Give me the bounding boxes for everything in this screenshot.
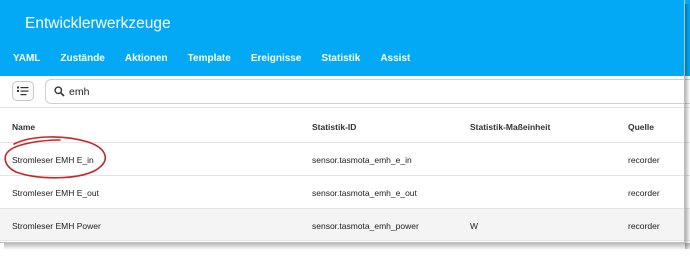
row-statistic-id: sensor.tasmota_emh_e_out (312, 188, 417, 198)
row-statistic-id: sensor.tasmota_emh_power (312, 221, 419, 231)
tab-zustaende[interactable]: Zustände (60, 46, 104, 74)
tab-aktionen[interactable]: Aktionen (125, 46, 168, 74)
column-header-source[interactable]: Quelle (628, 122, 654, 132)
drop-shadow-bottom (4, 243, 690, 250)
search-input[interactable] (69, 84, 369, 100)
tab-template[interactable]: Template (188, 46, 231, 74)
drop-shadow-right (685, 4, 690, 249)
filter-toolbar (0, 76, 690, 108)
row-name: Stromleser EMH E_out (12, 188, 99, 198)
table-row[interactable]: Stromleser EMH E_out sensor.tasmota_emh_… (0, 176, 690, 209)
table-row[interactable]: Stromleser EMH E_in sensor.tasmota_emh_e… (0, 143, 690, 176)
row-statistic-id: sensor.tasmota_emh_e_in (312, 155, 412, 165)
tab-statistik[interactable]: Statistik (321, 46, 360, 74)
search-box (45, 79, 690, 104)
column-header-statistic-id[interactable]: Statistik-ID (312, 122, 356, 132)
row-unit: W (470, 221, 479, 231)
column-header-name[interactable]: Name (12, 122, 35, 132)
tab-assist[interactable]: Assist (380, 46, 410, 74)
column-header-unit[interactable]: Statistik-Maßeinheit (470, 122, 550, 132)
page-title: Entwicklerwerkzeuge (25, 15, 171, 32)
row-source: recorder (628, 221, 660, 231)
screenshot-frame: Entwicklerwerkzeuge YAML Zustände Aktion… (0, 0, 690, 260)
page-margin (0, 250, 690, 260)
row-source: recorder (628, 155, 660, 165)
table-row[interactable]: Stromleser EMH Power sensor.tasmota_emh_… (0, 209, 690, 241)
magnify-icon (54, 86, 65, 97)
app-header: Entwicklerwerkzeuge YAML Zustände Aktion… (0, 0, 690, 76)
row-name: Stromleser EMH E_in (12, 155, 94, 165)
row-name: Stromleser EMH Power (12, 221, 101, 231)
filter-list-icon (17, 86, 29, 96)
tab-yaml[interactable]: YAML (13, 46, 40, 74)
filter-button[interactable] (12, 81, 34, 101)
table-header: Name Statistik-ID Statistik-Maßeinheit Q… (0, 108, 690, 143)
tab-bar: YAML Zustände Aktionen Template Ereignis… (0, 46, 410, 74)
row-source: recorder (628, 188, 660, 198)
tab-ereignisse[interactable]: Ereignisse (251, 46, 302, 74)
